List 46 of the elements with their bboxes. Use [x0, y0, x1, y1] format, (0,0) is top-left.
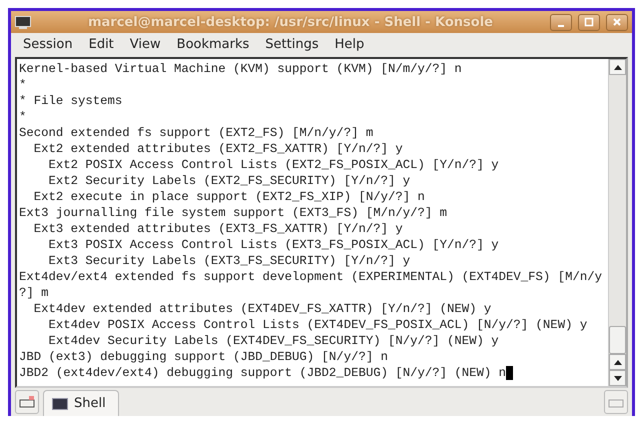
terminal-icon	[52, 398, 68, 410]
terminal-line: * File systems	[19, 93, 122, 109]
terminal-line: *	[19, 109, 26, 125]
minimize-icon	[558, 25, 564, 27]
scroll-up-button[interactable]	[609, 59, 626, 75]
close-button[interactable]	[606, 14, 628, 30]
terminal-line: Ext3 extended attributes (EXT3_FS_XATTR) [Y/n/?] y	[32, 221, 403, 237]
terminal-line: Ext3 POSIX Access Control Lists (EXT3_FS_POSIX_ACL) [Y/n/?] y	[48, 237, 499, 253]
terminal-line: Ext3 journalling file system support (EXT3_FS) [M/n/y/?] m	[19, 205, 448, 221]
scroll-down-button[interactable]	[609, 370, 626, 386]
down-arrow-icon	[614, 376, 622, 380]
terminal-line: Ext4dev/ext4 extended fs support development (EXPERIMENTAL) (EXT4DEV_FS) [M/n/y	[19, 269, 602, 285]
menu-item[interactable]: Bookmarks	[168, 36, 258, 52]
new-tab-icon	[19, 396, 35, 408]
terminal-line: JBD (ext3) debugging support (JBD_DEBUG) [N/y/?] n	[19, 349, 388, 365]
cursor-icon	[506, 366, 514, 380]
menu-item[interactable]: Edit	[80, 36, 122, 52]
terminal-line: Kernel-based Virtual Machine (KVM) support (KVM) [N/m/y/?] n	[19, 61, 462, 77]
terminal-line: *	[19, 77, 26, 93]
terminal-line: Ext2 Security Labels (EXT2_FS_SECURITY) [Y/n/?] y	[48, 173, 410, 189]
maximize-icon	[584, 17, 594, 27]
terminal-line: Ext4dev extended attributes (EXT4DEV_FS_XATTR) [Y/n/?] (NEW) y	[32, 301, 492, 317]
up-arrow-icon	[614, 360, 622, 364]
maximize-button[interactable]	[578, 14, 600, 30]
up-arrow-icon	[614, 64, 622, 70]
terminal-line: Ext3 Security Labels (EXT3_FS_SECURITY) [Y/n/?] y	[48, 253, 410, 269]
tab[interactable]: Shell	[43, 390, 119, 416]
scroll-up-button[interactable]	[609, 354, 626, 370]
window-title: marcel@marcel-desktop: /usr/src/linux - Shell - Konsole	[86, 14, 494, 30]
minimize-button[interactable]	[550, 14, 572, 30]
close-icon	[612, 17, 622, 27]
menu-item[interactable]: Settings	[257, 36, 327, 52]
new-tab-button[interactable]	[15, 390, 39, 414]
terminal-line: Ext2 POSIX Access Control Lists (EXT2_FS_POSIX_ACL) [Y/n/?] y	[48, 157, 499, 173]
terminal-line: ?] m	[19, 285, 49, 301]
menu-item[interactable]: View	[122, 36, 169, 52]
menu-item[interactable]: Help	[326, 36, 372, 52]
terminal-line: Ext4dev Security Labels (EXT4DEV_FS_SECURITY) [N/y/?] (NEW) y	[48, 333, 499, 349]
terminal-line: Ext2 extended attributes (EXT2_FS_XATTR) [Y/n/?] y	[32, 141, 403, 157]
scroll-thumb[interactable]	[609, 326, 626, 354]
terminal-line: JBD2 (ext4dev/ext4) debugging support (JBD2_DEBUG) [N/y/?] (NEW) n	[19, 365, 506, 381]
terminal-line: Ext2 execute in place support (EXT2_FS_XIP) [N/y/?] n	[32, 189, 425, 205]
menu-item[interactable]: Session	[15, 36, 81, 52]
terminal-icon	[15, 16, 31, 28]
terminal-line: Ext4dev POSIX Access Control Lists (EXT4DEV_FS_POSIX_ACL) [N/y/?] (NEW) y	[48, 317, 588, 333]
terminal-line: Second extended fs support (EXT2_FS) [M/n/y/?] m	[19, 125, 374, 141]
